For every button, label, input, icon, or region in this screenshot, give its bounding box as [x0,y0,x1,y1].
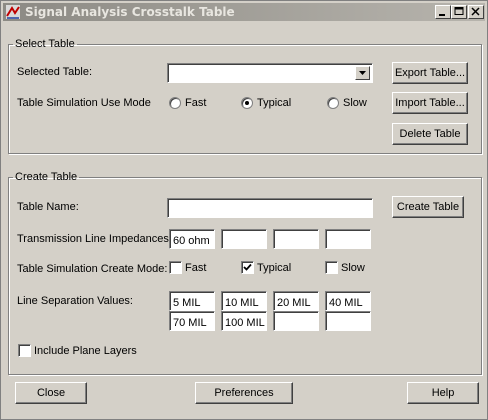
selected-table-label: Selected Table: [17,66,93,78]
minimize-button[interactable] [435,5,451,19]
include-plane-label[interactable]: Include Plane Layers [34,345,137,357]
dialog-window: Signal Analysis Crosstalk Table Select T… [0,0,488,420]
checkmark-icon [243,263,252,271]
create-mode-fast-label[interactable]: Fast [185,262,206,274]
radio-selected-dot [245,101,249,105]
use-mode-fast-label[interactable]: Fast [185,97,206,109]
create-mode-typical-label[interactable]: Typical [257,262,291,274]
help-button[interactable]: Help [407,382,479,404]
create-table-button[interactable]: Create Table [392,196,464,218]
separation-field-8[interactable] [325,311,371,331]
create-mode-slow-label[interactable]: Slow [341,262,365,274]
create-mode-slow-checkbox[interactable] [325,261,338,274]
impedance-field-3[interactable] [273,229,319,249]
separation-label: Line Separation Values: [17,295,133,307]
close-icon [471,7,480,16]
selected-table-dropdown[interactable] [167,63,373,83]
use-mode-label: Table Simulation Use Mode [17,97,151,109]
use-mode-typical-radio[interactable] [241,97,253,109]
export-table-button[interactable]: Export Table... [392,62,468,84]
use-mode-typical-label[interactable]: Typical [257,97,291,109]
delete-table-button[interactable]: Delete Table [392,123,468,145]
create-mode-fast-checkbox[interactable] [169,261,182,274]
include-plane-checkbox[interactable] [18,344,31,357]
title-bar[interactable]: Signal Analysis Crosstalk Table [3,3,485,21]
separation-field-5[interactable] [169,311,215,331]
use-mode-fast-radio[interactable] [169,97,181,109]
minimize-icon [439,14,445,16]
use-mode-slow-label[interactable]: Slow [343,97,367,109]
create-mode-typical-checkbox[interactable] [241,261,254,274]
table-name-label: Table Name: [17,201,79,213]
create-mode-label: Table Simulation Create Mode: [17,263,168,275]
app-icon [6,5,20,19]
maximize-icon [454,7,464,15]
impedances-label: Transmission Line Impedances: [17,233,172,245]
impedance-field-4[interactable] [325,229,371,249]
dropdown-button[interactable] [355,66,370,80]
create-table-legend: Create Table [15,171,78,183]
close-button[interactable]: Close [15,382,87,404]
separation-field-6[interactable] [221,311,267,331]
close-window-button[interactable] [468,5,484,19]
preferences-button[interactable]: Preferences [195,382,293,404]
use-mode-slow-radio[interactable] [327,97,339,109]
import-table-button[interactable]: Import Table... [392,92,468,114]
separation-field-3[interactable] [273,291,319,311]
chevron-down-icon [359,71,366,75]
separation-field-4[interactable] [325,291,371,311]
impedance-field-1[interactable] [169,229,215,249]
separation-field-1[interactable] [169,291,215,311]
maximize-button[interactable] [451,5,467,19]
impedance-field-2[interactable] [221,229,267,249]
separation-field-2[interactable] [221,291,267,311]
table-name-input[interactable] [167,198,373,218]
window-title: Signal Analysis Crosstalk Table [25,5,235,19]
separation-field-7[interactable] [273,311,319,331]
select-table-legend: Select Table [15,38,75,50]
